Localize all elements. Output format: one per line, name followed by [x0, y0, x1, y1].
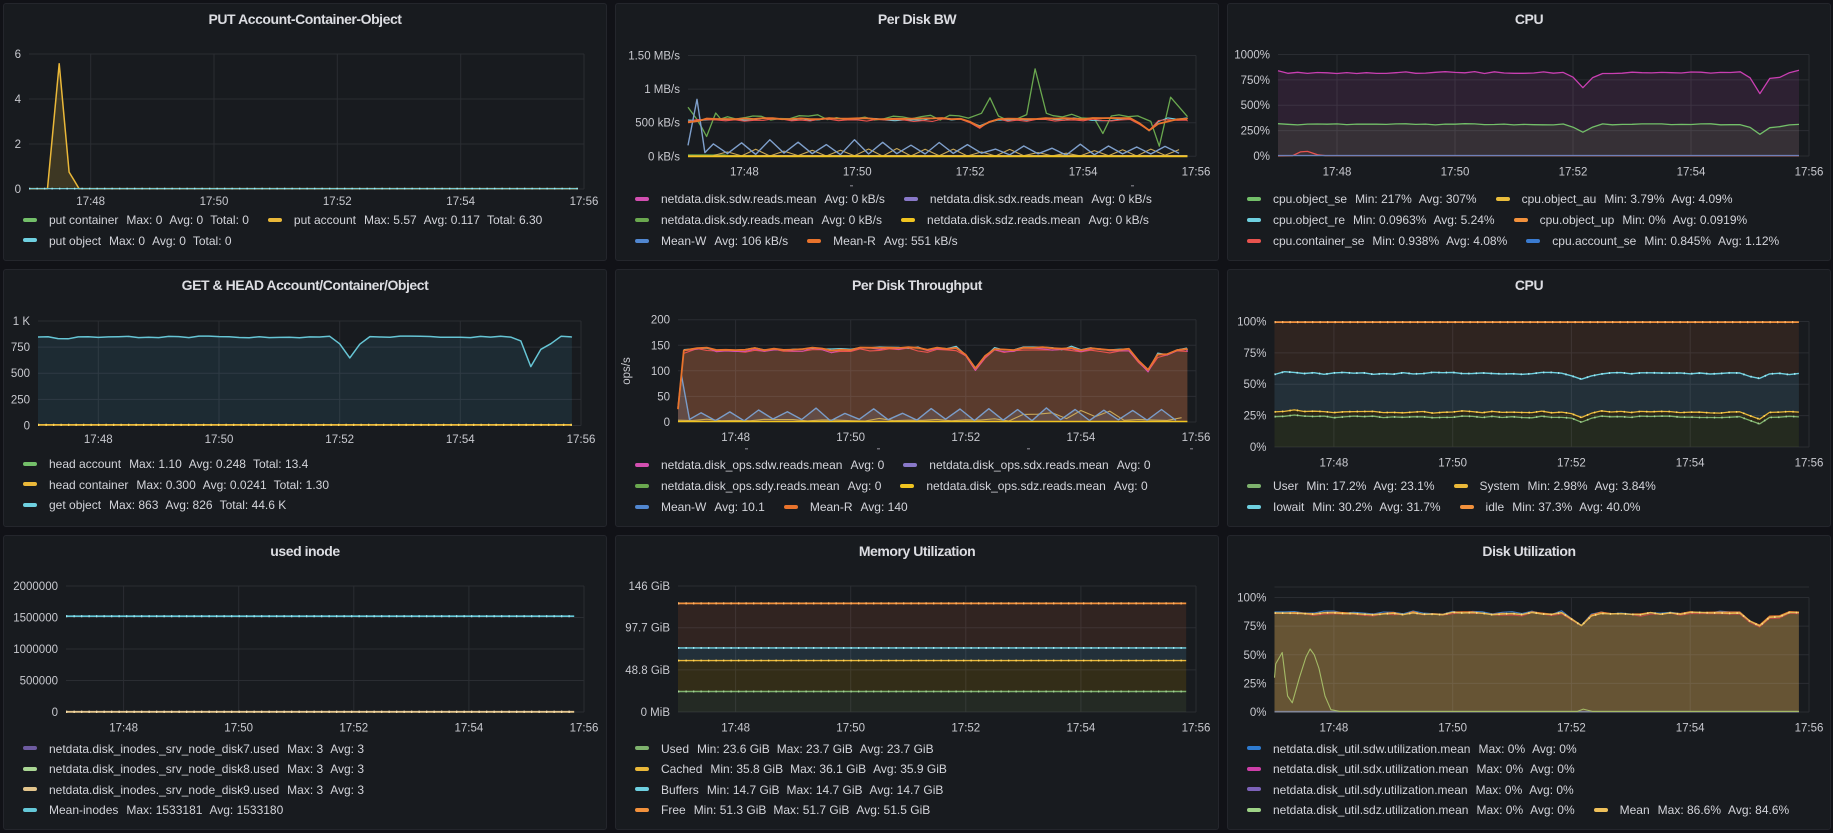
svg-text:17:52: 17:52: [1557, 723, 1586, 735]
svg-text:17:56: 17:56: [570, 196, 599, 208]
svg-text:75%: 75%: [1243, 348, 1266, 360]
svg-text:17:48: 17:48: [721, 432, 750, 444]
svg-text:100: 100: [651, 366, 670, 378]
svg-text:146 GiB: 146 GiB: [628, 581, 670, 593]
svg-text:17:50: 17:50: [200, 196, 229, 208]
svg-text:17:54: 17:54: [1676, 458, 1705, 470]
svg-text:17:54: 17:54: [455, 723, 484, 735]
svg-text:17:50: 17:50: [836, 432, 865, 444]
svg-text:17:52: 17:52: [339, 723, 368, 735]
svg-text:1000000: 1000000: [13, 644, 58, 656]
svg-text:17:50: 17:50: [1438, 723, 1467, 735]
svg-text:17:54: 17:54: [1067, 432, 1096, 444]
svg-text:50%: 50%: [1243, 650, 1266, 662]
svg-text:17:52: 17:52: [1557, 458, 1586, 470]
svg-text:2: 2: [15, 139, 21, 151]
svg-text:17:54: 17:54: [1676, 723, 1705, 735]
svg-text:0 kB/s: 0 kB/s: [648, 151, 680, 163]
svg-text:500%: 500%: [1241, 100, 1270, 112]
svg-text:17:54: 17:54: [1067, 723, 1096, 735]
svg-text:50: 50: [657, 391, 670, 403]
svg-text:1000%: 1000%: [1234, 50, 1270, 62]
svg-text:100%: 100%: [1237, 593, 1266, 605]
svg-text:17:54: 17:54: [1677, 167, 1706, 179]
svg-text:2000000: 2000000: [13, 581, 58, 593]
svg-text:0: 0: [664, 417, 670, 429]
svg-text:17:56: 17:56: [1182, 723, 1211, 735]
svg-text:17:54: 17:54: [446, 434, 475, 446]
svg-text:17:52: 17:52: [325, 434, 354, 446]
svg-text:17:56: 17:56: [567, 434, 596, 446]
svg-text:500 kB/s: 500 kB/s: [635, 118, 680, 130]
svg-text:17:50: 17:50: [1441, 167, 1470, 179]
svg-text:48.8 GiB: 48.8 GiB: [625, 665, 670, 677]
svg-text:17:50: 17:50: [836, 723, 865, 735]
svg-text:750: 750: [11, 342, 30, 354]
svg-text:1.50 MB/s: 1.50 MB/s: [628, 51, 680, 63]
svg-text:17:52: 17:52: [951, 432, 980, 444]
svg-text:1 K: 1 K: [13, 316, 31, 328]
svg-text:4: 4: [15, 94, 22, 106]
svg-text:1 MB/s: 1 MB/s: [644, 84, 680, 96]
svg-text:17:52: 17:52: [951, 723, 980, 735]
svg-text:17:48: 17:48: [721, 723, 750, 735]
svg-text:150: 150: [651, 340, 670, 352]
svg-text:17:56: 17:56: [1795, 458, 1824, 470]
svg-text:17:52: 17:52: [1559, 167, 1588, 179]
svg-text:17:56: 17:56: [1182, 432, 1211, 444]
svg-text:17:50: 17:50: [224, 723, 253, 735]
svg-text:17:48: 17:48: [1323, 167, 1352, 179]
svg-text:0: 0: [24, 421, 30, 433]
svg-text:17:56: 17:56: [1182, 167, 1211, 179]
svg-text:500000: 500000: [20, 676, 58, 688]
svg-text:17:48: 17:48: [1320, 723, 1349, 735]
svg-text:17:50: 17:50: [843, 167, 872, 179]
svg-text:0: 0: [52, 707, 58, 719]
svg-text:17:50: 17:50: [205, 434, 234, 446]
svg-text:17:48: 17:48: [84, 434, 113, 446]
svg-text:0 MiB: 0 MiB: [641, 707, 671, 719]
svg-text:17:48: 17:48: [1320, 458, 1349, 470]
svg-text:17:56: 17:56: [570, 723, 599, 735]
svg-text:17:52: 17:52: [323, 196, 352, 208]
svg-text:75%: 75%: [1243, 621, 1266, 633]
svg-text:250: 250: [11, 394, 30, 406]
svg-text:97.7 GiB: 97.7 GiB: [625, 623, 670, 635]
svg-text:17:48: 17:48: [109, 723, 138, 735]
svg-text:250%: 250%: [1241, 126, 1270, 138]
svg-text:0%: 0%: [1250, 442, 1267, 454]
svg-text:17:56: 17:56: [1795, 723, 1824, 735]
svg-text:200: 200: [651, 315, 670, 327]
svg-text:17:56: 17:56: [1795, 167, 1824, 179]
svg-text:0%: 0%: [1250, 707, 1267, 719]
svg-text:1500000: 1500000: [13, 613, 58, 625]
svg-text:100%: 100%: [1237, 317, 1266, 329]
svg-text:50%: 50%: [1243, 379, 1266, 391]
svg-text:17:54: 17:54: [1069, 167, 1098, 179]
svg-text:6: 6: [15, 49, 21, 61]
svg-text:750%: 750%: [1241, 75, 1270, 87]
svg-text:ops/s: ops/s: [621, 357, 633, 385]
svg-text:17:50: 17:50: [1438, 458, 1467, 470]
svg-text:500: 500: [11, 368, 30, 380]
svg-text:25%: 25%: [1243, 678, 1266, 690]
svg-text:0: 0: [15, 184, 21, 196]
svg-text:0%: 0%: [1253, 151, 1270, 163]
svg-text:17:48: 17:48: [730, 167, 759, 179]
svg-text:25%: 25%: [1243, 411, 1266, 423]
svg-text:17:48: 17:48: [76, 196, 105, 208]
svg-text:17:52: 17:52: [956, 167, 985, 179]
svg-text:17:54: 17:54: [446, 196, 475, 208]
